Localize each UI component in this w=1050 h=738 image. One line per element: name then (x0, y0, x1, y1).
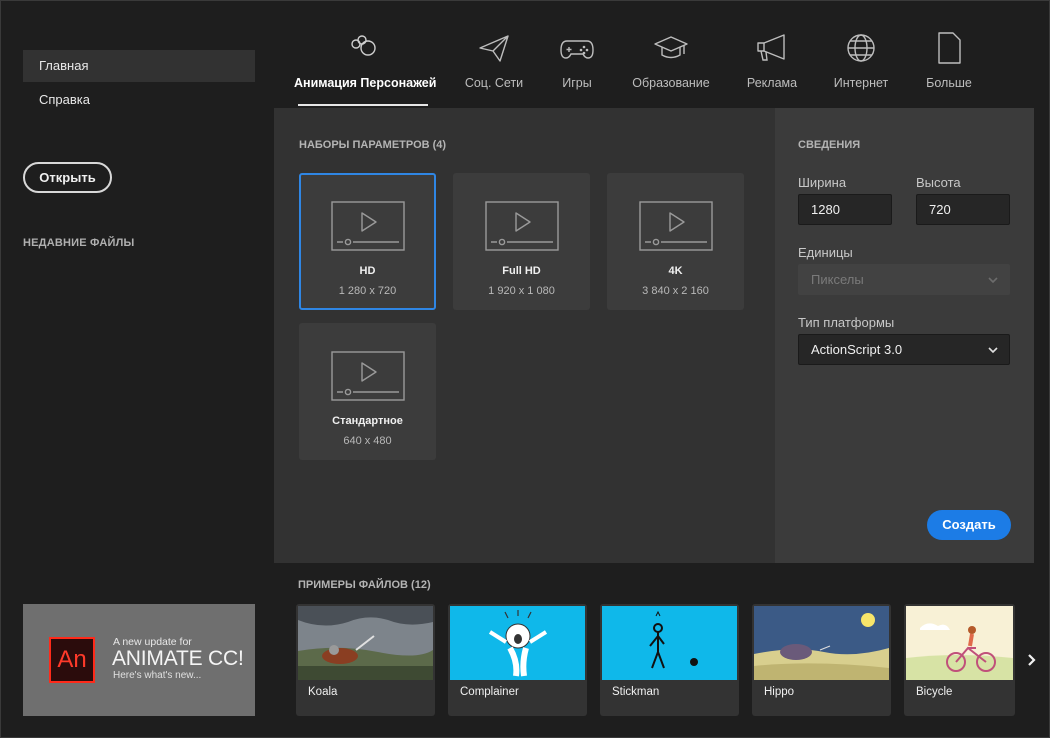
height-label: Высота (916, 175, 961, 190)
character-animation-icon (351, 35, 376, 56)
tab-label: Соц. Сети (464, 76, 524, 90)
video-preset-icon (485, 201, 559, 251)
platform-select[interactable]: ActionScript 3.0 (798, 334, 1010, 365)
update-promo-banner[interactable]: An A new update for ANIMATE CC! Here's w… (23, 604, 255, 716)
preset-name: 4K (668, 265, 683, 277)
tab-character-animation[interactable]: Анимация Персонажей (294, 28, 437, 108)
sample-koala[interactable]: Koala (296, 604, 435, 716)
preset-standard[interactable]: Стандартное 640 x 480 (299, 323, 436, 460)
tab-label: Анимация Персонажей (294, 76, 437, 90)
units-value: Пикселы (811, 272, 864, 287)
gamepad-icon (560, 40, 594, 59)
platform-label: Тип платформы (798, 315, 895, 330)
tab-advertising[interactable]: Реклама (740, 28, 804, 108)
paper-plane-icon (479, 35, 509, 62)
globe-icon (847, 34, 875, 62)
tab-label: Игры (562, 76, 592, 90)
chevron-down-icon (988, 347, 998, 354)
units-select[interactable]: Пикселы (798, 264, 1010, 295)
recent-files-title: НЕДАВНИЕ ФАЙЛЫ (23, 237, 135, 249)
preset-name: HD (359, 265, 376, 277)
width-field[interactable]: 1280 (798, 194, 892, 225)
tab-label: Интернет (833, 76, 889, 90)
sample-name: Hippo (764, 686, 795, 698)
complainer-thumbnail (450, 606, 585, 680)
sample-name: Bicycle (916, 686, 953, 698)
video-preset-icon (331, 201, 405, 251)
details-title: СВЕДЕНИЯ (798, 139, 861, 151)
sample-bicycle[interactable]: Bicycle (904, 604, 1015, 716)
stickman-thumbnail (602, 606, 737, 680)
samples-title: ПРИМЕРЫ ФАЙЛОВ (12) (298, 579, 431, 591)
video-preset-icon (639, 201, 713, 251)
video-preset-icon (331, 351, 405, 401)
koala-thumbnail (298, 606, 433, 680)
height-field[interactable]: 720 (916, 194, 1010, 225)
sample-hippo[interactable]: Hippo (752, 604, 891, 716)
tab-label: Больше (926, 76, 972, 90)
preset-size: 640 x 480 (343, 435, 392, 447)
sidebar-item-home[interactable]: Главная (23, 50, 255, 82)
sidebar-item-help[interactable]: Справка (23, 84, 255, 116)
tab-education[interactable]: Образование (628, 28, 714, 108)
graduation-cap-icon (654, 36, 688, 59)
sample-stickman[interactable]: Stickman (600, 604, 739, 716)
sample-name: Complainer (460, 686, 519, 698)
preset-name: Full HD (502, 265, 541, 277)
chevron-down-icon (988, 277, 998, 284)
preset-name: Стандартное (332, 415, 403, 427)
preset-hd[interactable]: HD 1 280 x 720 (299, 173, 436, 310)
tab-games[interactable]: Игры (547, 28, 607, 108)
sample-name: Koala (308, 686, 338, 698)
animate-logo: An (49, 637, 95, 683)
active-tab-indicator (298, 104, 428, 106)
tab-label: Реклама (746, 76, 798, 90)
bicycle-thumbnail (906, 606, 1013, 680)
create-button[interactable]: Создать (927, 510, 1011, 540)
sample-complainer[interactable]: Complainer (448, 604, 587, 716)
open-button[interactable]: Открыть (23, 162, 112, 193)
platform-value: ActionScript 3.0 (811, 342, 903, 357)
preset-4k[interactable]: 4K 3 840 x 2 160 (607, 173, 744, 310)
document-icon (938, 32, 961, 64)
tab-label: Образование (632, 76, 710, 90)
units-label: Единицы (798, 245, 853, 260)
tab-internet[interactable]: Интернет (828, 28, 894, 108)
promo-line-2: ANIMATE CC! (112, 647, 244, 670)
megaphone-icon (757, 34, 785, 61)
hippo-thumbnail (754, 606, 889, 680)
sample-name: Stickman (612, 686, 660, 698)
width-label: Ширина (798, 175, 847, 190)
preset-size: 1 280 x 720 (338, 285, 397, 297)
tab-social[interactable]: Соц. Сети (460, 28, 528, 108)
preset-size: 3 840 x 2 160 (642, 285, 709, 297)
tab-more[interactable]: Больше (920, 28, 978, 108)
promo-line-3: Here's what's new... (113, 670, 202, 681)
presets-title: НАБОРЫ ПАРАМЕТРОВ (4) (299, 139, 447, 151)
preset-full-hd[interactable]: Full HD 1 920 x 1 080 (453, 173, 590, 310)
preset-size: 1 920 x 1 080 (488, 285, 555, 297)
chevron-right-icon[interactable] (1024, 650, 1040, 670)
